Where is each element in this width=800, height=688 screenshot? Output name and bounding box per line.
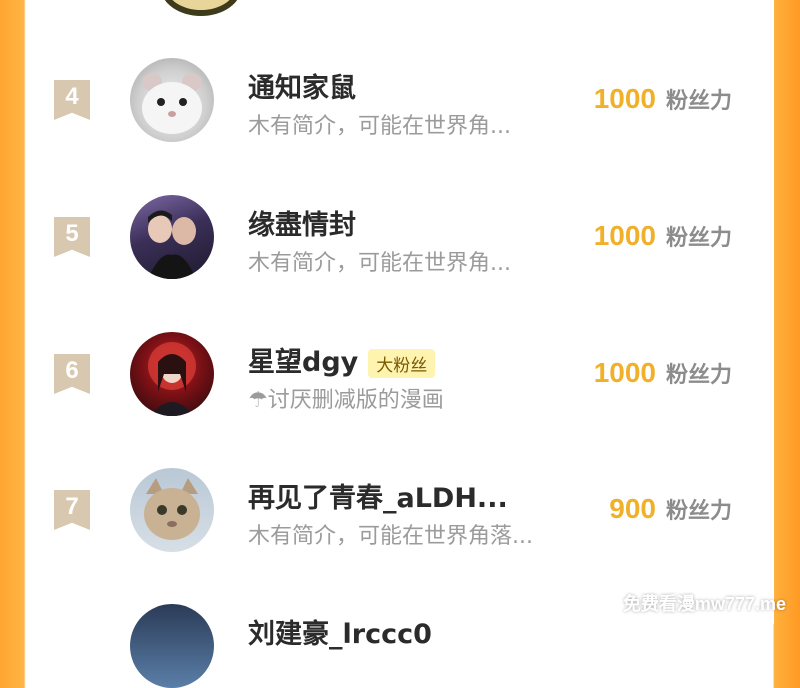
user-description: 木有简介，可能在世界角... (248, 114, 511, 139)
ranking-row[interactable]: 7 再见了青春_aLDH... 木有简介，可能在世界角落... 900 粉丝力 (26, 458, 774, 568)
user-description: 木有简介，可能在世界角... (248, 251, 511, 276)
fans-unit: 粉丝力 (665, 226, 732, 251)
rank-badge: 6 (54, 354, 90, 394)
fans-power: 1000 粉丝力 (594, 357, 732, 389)
user-name[interactable]: 刘建豪_lrccc0 (248, 612, 432, 651)
user-description: 木有简介，可能在世界角落... (248, 524, 533, 549)
fans-power: 1000 粉丝力 (594, 220, 732, 252)
fans-unit: 粉丝力 (665, 363, 732, 388)
fans-power: 900 粉丝力 (609, 493, 732, 525)
ranking-row[interactable]: 5 缘盡情封 木有简介，可能在世界角... 1000 粉丝力 (26, 185, 774, 295)
fans-unit: 粉丝力 (665, 89, 732, 114)
watermark: 免费看漫mw777.me (622, 594, 786, 614)
rank-badge: 4 (54, 80, 90, 120)
ranking-row[interactable]: 4 通知家鼠 木有简介，可能在世界角... 1000 粉丝力 (26, 48, 774, 158)
fans-count: 1000 (593, 83, 656, 114)
user-name[interactable]: 再见了青春_aLDH... (248, 476, 508, 515)
red-moon-avatar[interactable] (130, 332, 214, 416)
ranking-row[interactable]: 6 星望dgy 大粉丝 ☂讨厌删减版的漫画 1000 粉丝力 (26, 322, 774, 432)
user-description: ☂讨厌删减版的漫画 (248, 388, 444, 413)
fans-count: 1000 (593, 220, 656, 251)
user-name[interactable]: 缘盡情封 (248, 203, 356, 242)
rank-badge: 5 (54, 217, 90, 257)
hamster-avatar[interactable] (130, 58, 214, 142)
fans-ranking-card: 4 通知家鼠 木有简介，可能在世界角... 1000 粉丝力 5 缘盡情封 木有… (26, 0, 774, 688)
rank-badge: 7 (54, 490, 90, 530)
cat-avatar[interactable] (130, 468, 214, 552)
fans-power: 1000 粉丝力 (594, 83, 732, 115)
big-fan-badge: 大粉丝 (368, 349, 436, 378)
fans-count: 1000 (593, 357, 656, 388)
couple-avatar[interactable] (130, 195, 214, 279)
fans-unit: 粉丝力 (665, 499, 732, 524)
person-avatar[interactable] (130, 604, 214, 688)
avatar[interactable] (161, 0, 241, 16)
user-name[interactable]: 星望dgy 大粉丝 (248, 340, 436, 379)
user-name[interactable]: 通知家鼠 (248, 66, 356, 105)
fans-count: 900 (609, 493, 656, 524)
